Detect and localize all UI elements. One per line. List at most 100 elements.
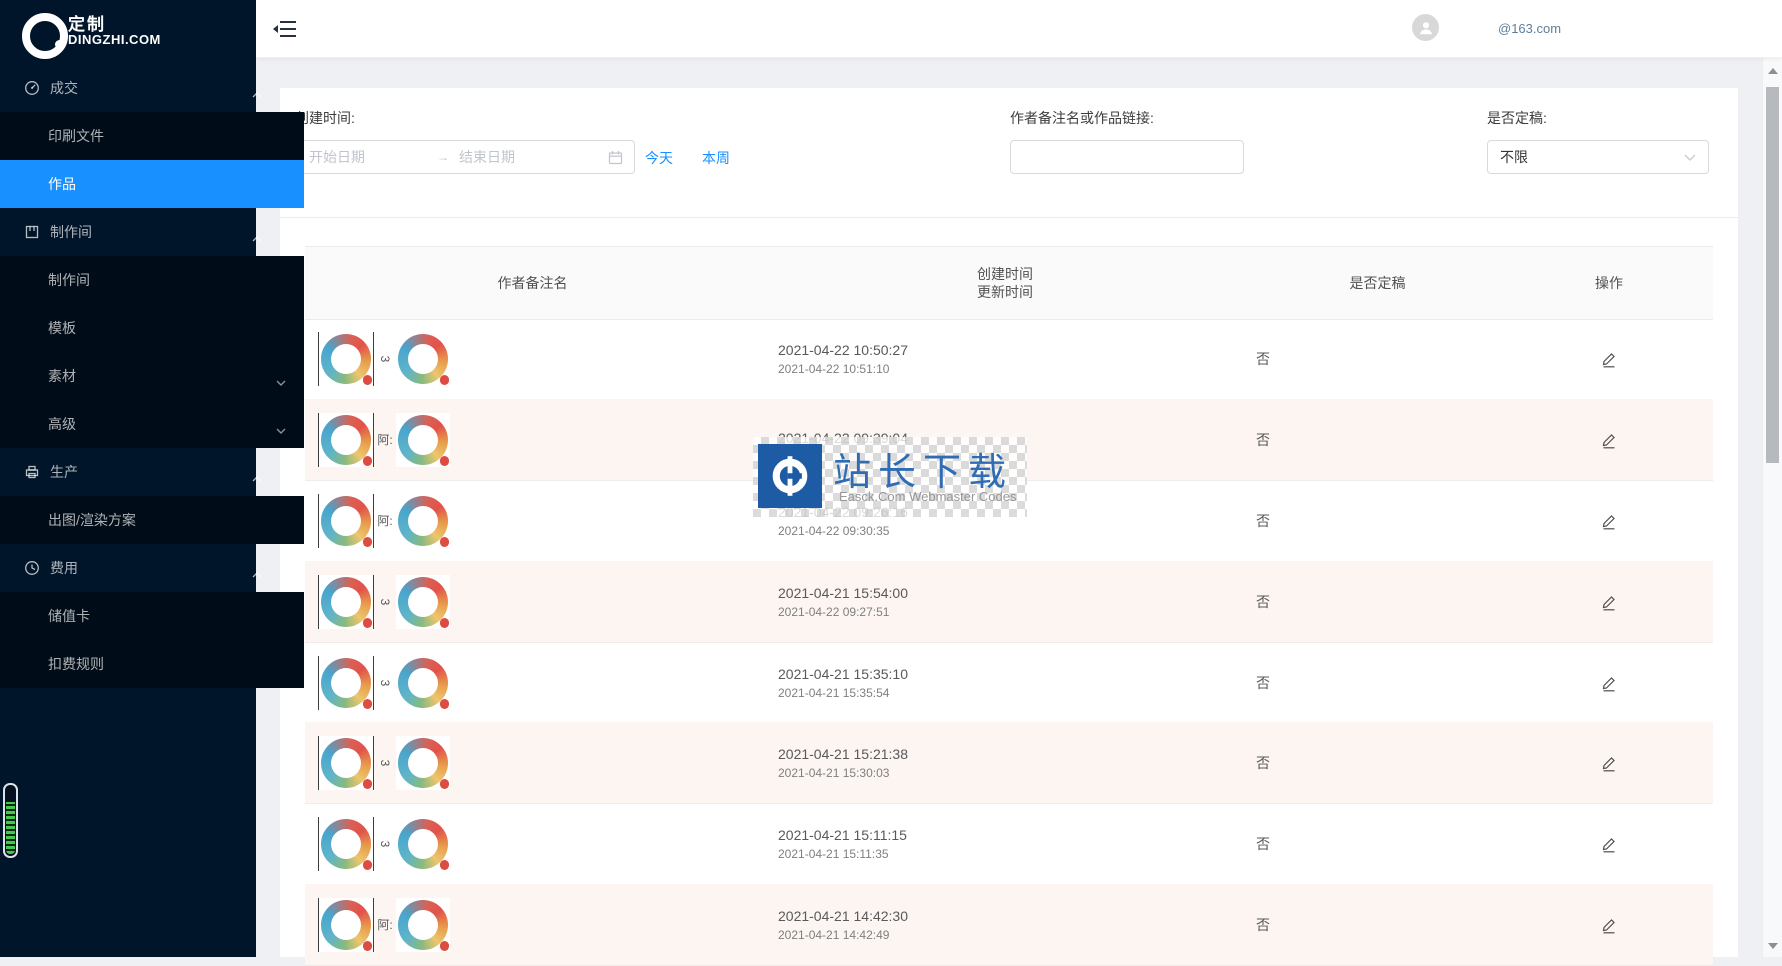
header-actions: 操作 <box>1505 274 1713 292</box>
updated-time: 2021-04-21 15:35:54 <box>778 686 1250 700</box>
filter-table-divider <box>280 217 1738 218</box>
sidebar: 定制 DINGZHI.COM 成交 印刷文件 作品 制作间 制作间 模板 素材 … <box>0 0 256 957</box>
menu-fold-icon[interactable] <box>273 19 297 39</box>
user-brand-ring-icon[interactable] <box>1450 5 1496 51</box>
author-name: 3 <box>378 754 392 772</box>
edit-icon[interactable] <box>1600 431 1618 449</box>
finalized-value: 否 <box>1250 511 1505 531</box>
sidebar-item-render-plan[interactable]: 出图/渲染方案 <box>0 496 304 544</box>
finalized-value: 否 <box>1250 349 1505 369</box>
edit-icon[interactable] <box>1600 350 1618 368</box>
author-avatar <box>396 332 450 386</box>
table-row: 阿: 2021-04-21 14:42:302021-04-21 14:42:4… <box>305 884 1713 966</box>
watermark-subtitle: Easck.Com Webmaster Codes <box>839 489 1017 504</box>
sidebar-section-fees[interactable]: 费用 <box>0 544 280 592</box>
sidebar-item-workshop[interactable]: 制作间 <box>0 256 304 304</box>
updated-time: 2021-04-21 15:11:35 <box>778 847 1250 861</box>
author-search-field[interactable] <box>1010 140 1244 174</box>
watermark-title: 站长下载 <box>833 441 1013 496</box>
sidebar-item-materials[interactable]: 素材 <box>0 352 304 400</box>
author-name: 3 <box>378 350 392 368</box>
author-search-input[interactable] <box>1022 148 1232 166</box>
end-date-input[interactable] <box>457 148 579 166</box>
user-avatar-icon[interactable] <box>1412 14 1439 41</box>
chevron-up-icon <box>252 229 262 235</box>
edit-icon[interactable] <box>1600 512 1618 530</box>
sidebar-section-production[interactable]: 生产 <box>0 448 280 496</box>
today-link[interactable]: 今天 <box>645 148 673 168</box>
date-range-input[interactable]: → <box>295 140 635 174</box>
logo-ring-icon <box>22 13 68 59</box>
battery-indicator <box>3 783 18 858</box>
user-email[interactable]: @163.com <box>1498 21 1561 36</box>
edit-icon[interactable] <box>1600 674 1618 692</box>
scroll-down-arrow-icon[interactable] <box>1768 943 1778 949</box>
table-row: 3 2021-04-21 15:11:152021-04-21 15:11:35… <box>305 803 1713 885</box>
fee-clock-icon <box>24 560 40 576</box>
chevron-down-icon <box>276 373 286 379</box>
table-row: 3 2021-04-21 15:35:102021-04-21 15:35:54… <box>305 642 1713 724</box>
author-avatar <box>396 494 450 548</box>
scrollbar-thumb[interactable] <box>1766 87 1779 463</box>
easck-logo-icon <box>758 444 822 508</box>
author-avatar <box>396 575 450 629</box>
author-name: 阿: <box>376 431 394 448</box>
finalized-value: 否 <box>1250 673 1505 693</box>
author-avatar <box>396 898 450 952</box>
sidebar-item-fee-rules[interactable]: 扣费规则 <box>0 640 304 688</box>
updated-time: 2021-04-21 15:30:03 <box>778 766 1250 780</box>
updated-time: 2021-04-22 09:27:51 <box>778 605 1250 619</box>
scroll-up-arrow-icon[interactable] <box>1768 68 1778 74</box>
updated-time: 2021-04-22 09:30:35 <box>778 524 1250 538</box>
start-date-input[interactable] <box>307 148 429 166</box>
sidebar-item-works[interactable]: 作品 <box>0 160 304 208</box>
author-name: 阿: <box>376 916 394 933</box>
work-thumbnail[interactable] <box>318 656 374 710</box>
vertical-scrollbar <box>1762 57 1782 957</box>
finalized-filter-label: 是否定稿: <box>1487 108 1547 128</box>
author-avatar <box>396 413 450 467</box>
finalized-value: 否 <box>1250 430 1505 450</box>
author-avatar <box>396 817 450 871</box>
finalized-select[interactable]: 不限 <box>1487 140 1709 174</box>
table-row: 3 2021-04-22 10:50:272021-04-22 10:51:10… <box>305 318 1713 400</box>
this-week-link[interactable]: 本周 <box>702 148 730 168</box>
sidebar-item-print-files[interactable]: 印刷文件 <box>0 112 304 160</box>
chevron-down-icon <box>276 421 286 427</box>
edit-icon[interactable] <box>1600 754 1618 772</box>
chevron-up-icon <box>252 469 262 475</box>
sidebar-section-deals[interactable]: 成交 <box>0 64 280 112</box>
work-thumbnail[interactable] <box>318 332 374 386</box>
work-thumbnail[interactable] <box>318 494 374 548</box>
finalized-value: 否 <box>1250 915 1505 935</box>
sidebar-item-advanced[interactable]: 高级 <box>0 400 304 448</box>
logo-domain: DINGZHI.COM <box>68 32 161 47</box>
finalized-value: 否 <box>1250 592 1505 612</box>
sidebar-item-templates[interactable]: 模板 <box>0 304 304 352</box>
sidebar-item-label: 成交 <box>50 78 78 98</box>
range-arrow-icon: → <box>437 150 449 164</box>
work-thumbnail[interactable] <box>318 736 374 790</box>
author-avatar <box>396 736 450 790</box>
table-header-row: 作者备注名 创建时间 更新时间 是否定稿 操作 <box>305 246 1713 320</box>
author-filter-label: 作者备注名或作品链接: <box>1010 108 1154 128</box>
finalized-value: 否 <box>1250 753 1505 773</box>
sidebar-item-stored-value-card[interactable]: 储值卡 <box>0 592 304 640</box>
created-time: 2021-04-21 15:54:00 <box>778 585 1250 601</box>
edit-icon[interactable] <box>1600 593 1618 611</box>
work-thumbnail[interactable] <box>318 817 374 871</box>
app-logo: 定制 DINGZHI.COM <box>0 0 256 64</box>
work-thumbnail[interactable] <box>318 898 374 952</box>
finalized-value: 否 <box>1250 834 1505 854</box>
edit-icon[interactable] <box>1600 835 1618 853</box>
sidebar-section-workshop[interactable]: 制作间 <box>0 208 280 256</box>
work-thumbnail[interactable] <box>318 413 374 467</box>
top-navbar: @163.com <box>256 0 1782 58</box>
work-thumbnail[interactable] <box>318 575 374 629</box>
chevron-up-icon <box>252 565 262 571</box>
logo-dot-icon <box>55 40 64 49</box>
author-avatar <box>396 656 450 710</box>
table-row: 3 2021-04-21 15:21:382021-04-21 15:30:03… <box>305 722 1713 804</box>
author-name: 阿: <box>376 512 394 529</box>
edit-icon[interactable] <box>1600 916 1618 934</box>
